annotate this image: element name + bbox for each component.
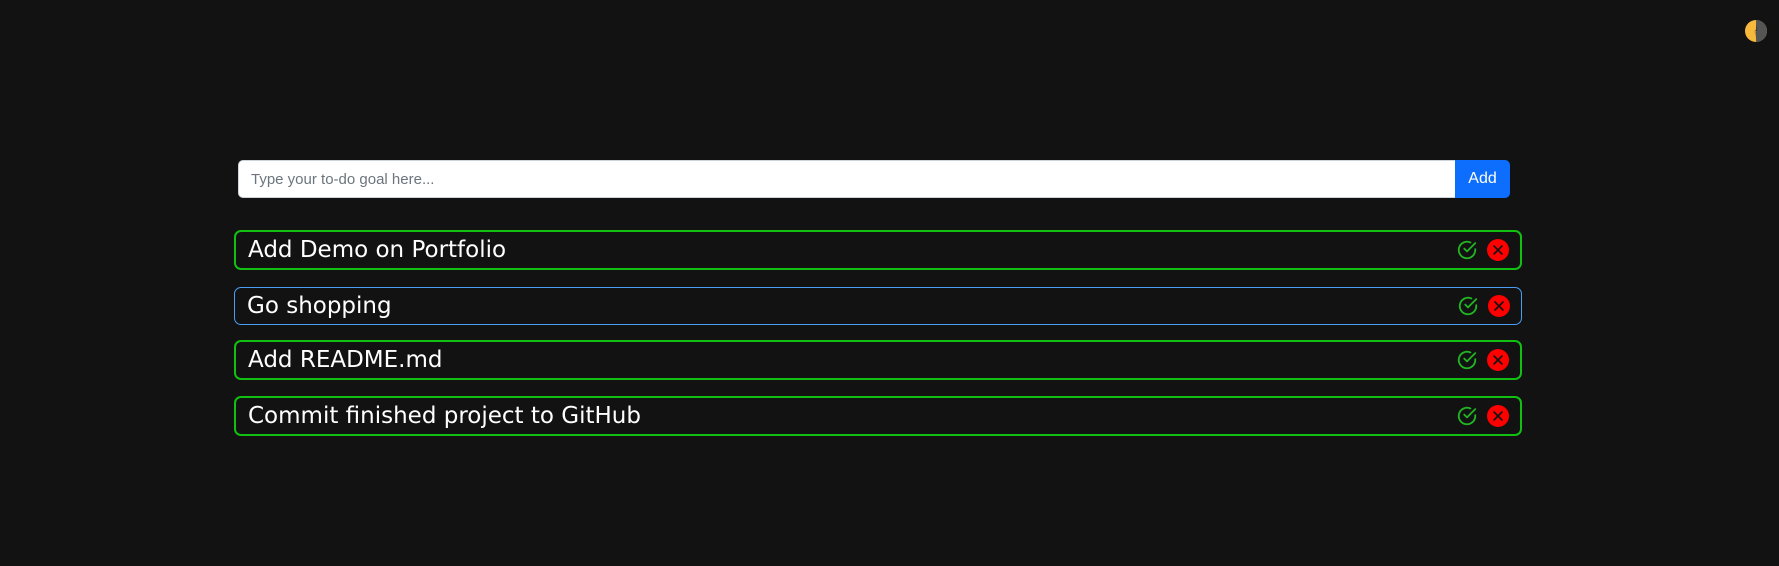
todo-actions xyxy=(1455,238,1510,262)
add-button[interactable]: Add xyxy=(1455,160,1510,198)
todo-actions xyxy=(1455,348,1510,372)
todo-text: Add Demo on Portfolio xyxy=(248,237,507,263)
delete-button[interactable] xyxy=(1486,238,1510,262)
check-circle-icon xyxy=(1457,406,1477,426)
check-circle-icon xyxy=(1458,296,1478,316)
x-circle-icon xyxy=(1487,405,1509,427)
check-circle-icon xyxy=(1457,240,1477,260)
x-circle-icon xyxy=(1487,239,1509,261)
theme-toggle-button[interactable] xyxy=(1744,19,1768,43)
todo-item[interactable]: Add README.md xyxy=(234,340,1522,380)
delete-button[interactable] xyxy=(1486,348,1510,372)
check-circle-icon xyxy=(1457,350,1477,370)
complete-button[interactable] xyxy=(1456,294,1480,318)
todo-actions xyxy=(1455,404,1510,428)
todo-actions xyxy=(1456,294,1511,318)
complete-button[interactable] xyxy=(1455,404,1479,428)
sun-moon-icon xyxy=(1745,20,1767,42)
complete-button[interactable] xyxy=(1455,238,1479,262)
todo-text: Commit finished project to GitHub xyxy=(248,403,641,429)
delete-button[interactable] xyxy=(1486,404,1510,428)
x-circle-icon xyxy=(1488,295,1510,317)
todo-item[interactable]: Go shopping xyxy=(234,287,1522,325)
todo-item[interactable]: Commit finished project to GitHub xyxy=(234,396,1522,436)
todo-input[interactable] xyxy=(238,160,1455,198)
todo-text: Add README.md xyxy=(248,347,443,373)
todo-item[interactable]: Add Demo on Portfolio xyxy=(234,230,1522,270)
add-todo-form: Add xyxy=(238,160,1510,198)
complete-button[interactable] xyxy=(1455,348,1479,372)
x-circle-icon xyxy=(1487,349,1509,371)
todo-text: Go shopping xyxy=(247,293,392,319)
delete-button[interactable] xyxy=(1487,294,1511,318)
